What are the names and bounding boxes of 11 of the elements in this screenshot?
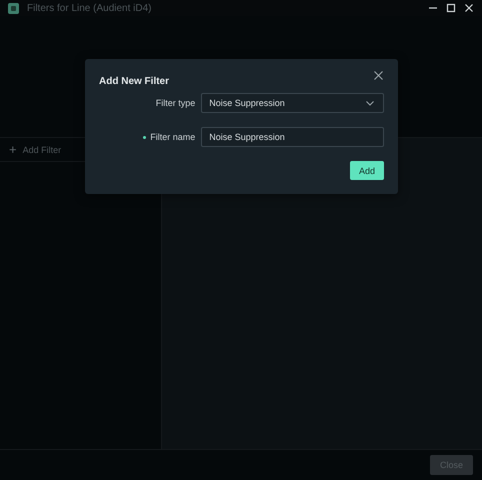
- close-icon[interactable]: [374, 71, 383, 80]
- window-title: Filters for Line (Audient iD4): [27, 2, 152, 14]
- chevron-down-icon: [366, 100, 374, 106]
- app-icon: [8, 2, 19, 14]
- field-label: Filter type: [156, 98, 196, 108]
- close-icon[interactable]: [464, 3, 474, 13]
- filter-name-field[interactable]: Noise Suppression: [201, 127, 384, 147]
- filter-type-dropdown[interactable]: Noise Suppression: [201, 93, 384, 113]
- add-button[interactable]: Add: [350, 161, 384, 180]
- dialog-title: Add New Filter: [99, 76, 170, 87]
- maximize-icon[interactable]: [446, 3, 456, 13]
